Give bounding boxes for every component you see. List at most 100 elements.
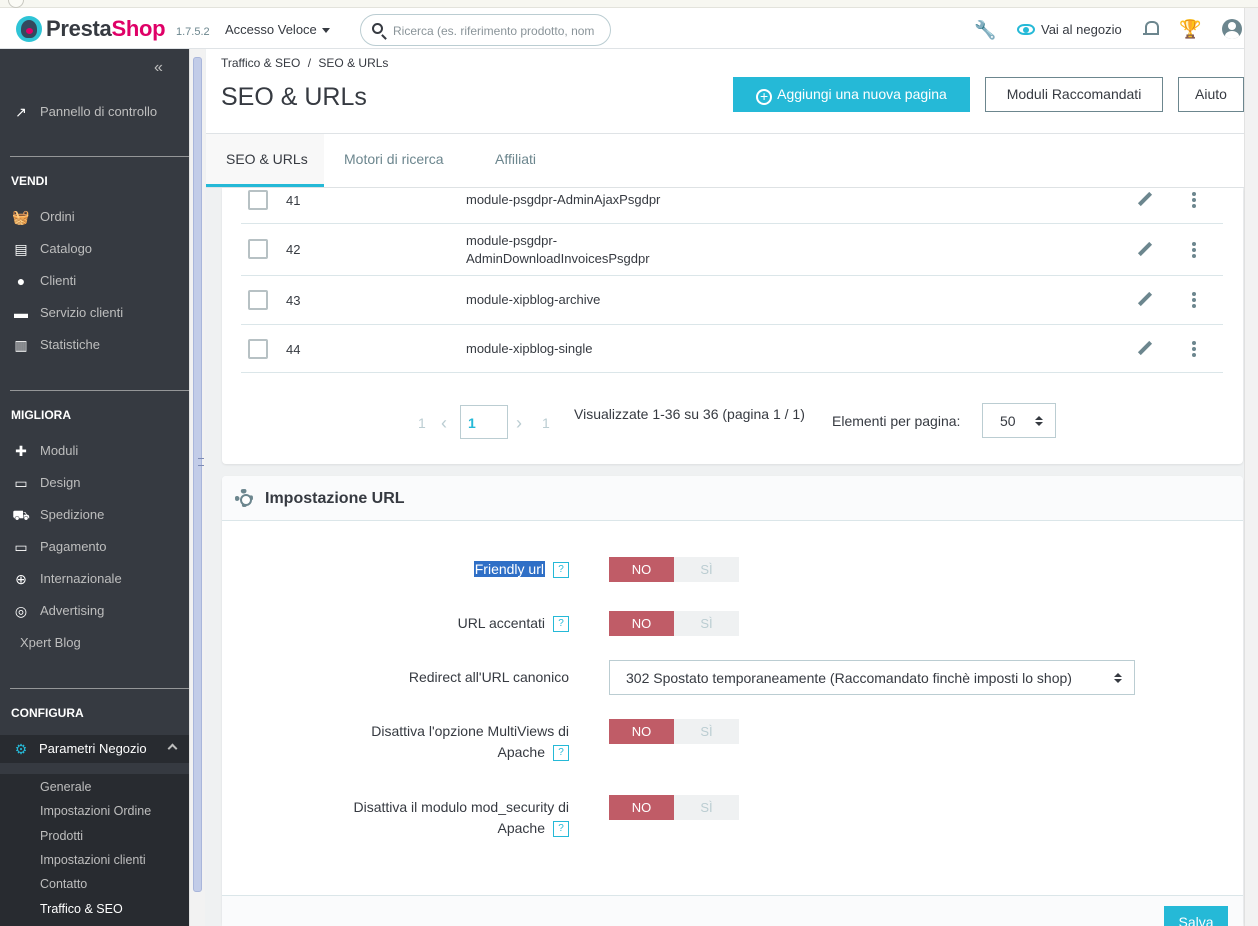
view-shop-link[interactable]: Vai al negozio [1041, 22, 1122, 37]
sidebar-item-international[interactable]: ⊕ Internazionale [0, 565, 189, 593]
add-circle-icon: + [756, 89, 773, 105]
sidebar-item-customers[interactable]: ● Clienti [0, 267, 189, 295]
sidebar-divider [10, 156, 189, 157]
accented-url-toggle[interactable]: NO SÌ [609, 611, 739, 636]
bell-icon[interactable] [1143, 20, 1159, 38]
browser-top-strip [0, 0, 1258, 8]
browser-circle-icon [8, 0, 24, 8]
sidebar-item-orders[interactable]: 🧺 Ordini [0, 203, 189, 231]
more-options-icon[interactable] [1192, 341, 1196, 357]
multiviews-toggle[interactable]: NO SÌ [609, 719, 739, 744]
row-checkbox[interactable] [248, 190, 268, 210]
target-icon: ◎ [14, 603, 28, 619]
friendly-url-toggle[interactable]: NO SÌ [609, 557, 739, 582]
user-account-icon[interactable] [1222, 19, 1242, 39]
sidebar-scrollbar[interactable] [189, 49, 205, 926]
submenu-item-products[interactable]: Prodotti [40, 829, 83, 843]
help-icon[interactable]: ? [553, 562, 569, 579]
submenu-item-customer-settings[interactable]: Impostazioni clienti [40, 853, 146, 867]
tab-seo-urls[interactable]: SEO & URLs [226, 151, 308, 167]
more-options-icon[interactable] [1192, 242, 1196, 258]
row-page-name: module-psgdpr- AdminDownloadInvoicesPsgdp… [466, 233, 650, 266]
sidebar-item-catalog[interactable]: ▤ Catalogo [0, 235, 189, 263]
next-page-icon[interactable]: › [516, 413, 522, 434]
breadcrumb-parent[interactable]: Traffico & SEO [221, 56, 300, 70]
pagination-info: Visualizzate 1-36 su 36 (pagina 1 / 1) [574, 406, 805, 422]
row-checkbox[interactable] [248, 290, 268, 310]
edit-icon[interactable] [1138, 193, 1152, 207]
page-scrollbar[interactable] [1244, 8, 1258, 926]
redirect-select[interactable]: 302 Spostato temporaneamente (Raccomanda… [609, 660, 1135, 695]
toggle-no[interactable]: NO [609, 611, 674, 636]
mod-security-toggle[interactable]: NO SÌ [609, 795, 739, 820]
per-page-select[interactable]: 50 [982, 403, 1056, 438]
toggle-no[interactable]: NO [609, 719, 674, 744]
sidebar-item-shop-parameters[interactable]: ⚙ Parametri Negozio [0, 735, 189, 763]
row-id: 41 [286, 193, 301, 208]
help-icon[interactable]: ? [553, 821, 569, 838]
toggle-yes[interactable]: SÌ [674, 719, 739, 744]
toggle-yes[interactable]: SÌ [674, 611, 739, 636]
prev-page-icon[interactable]: ‹ [441, 413, 447, 434]
card-header: Impostazione URL [222, 476, 1243, 521]
first-page-link[interactable]: 1 [418, 415, 426, 431]
current-page-input[interactable]: 1 [460, 405, 508, 439]
sidebar-item-design[interactable]: ▭ Design [0, 469, 189, 497]
edit-icon[interactable] [1138, 293, 1152, 307]
select-arrows-icon [1035, 416, 1043, 426]
submenu-item-order-settings[interactable]: Impostazioni Ordine [40, 804, 151, 818]
toggle-yes[interactable]: SÌ [674, 557, 739, 582]
truck-icon: ⛟ [12, 507, 30, 523]
row-checkbox[interactable] [248, 239, 268, 259]
wrench-icon[interactable]: 🔧 [974, 20, 996, 41]
sidebar-item-shipping[interactable]: ⛟ Spedizione [0, 501, 189, 529]
submenu-item-general[interactable]: Generale [40, 780, 91, 794]
submenu-item-traffic-seo[interactable]: Traffico & SEO [40, 902, 123, 916]
sidebar-item-dashboard[interactable]: ↗ Pannello di controllo [0, 98, 189, 126]
caret-down-icon [321, 28, 330, 34]
quick-access-dropdown[interactable]: Accesso Veloce [225, 22, 330, 37]
row-checkbox[interactable] [248, 339, 268, 359]
edit-icon[interactable] [1138, 243, 1152, 257]
sidebar-item-customer-service[interactable]: ▬ Servizio clienti [0, 299, 189, 327]
more-options-icon[interactable] [1192, 192, 1196, 208]
scrollbar-thumb[interactable] [193, 57, 204, 892]
search-box[interactable] [360, 14, 611, 46]
multiviews-label: Disattiva l'opzione MultiViews di Apache? [371, 723, 569, 762]
toggle-yes[interactable]: SÌ [674, 795, 739, 820]
tab-search-engines[interactable]: Motori di ricerca [344, 151, 444, 167]
edit-icon[interactable] [1138, 342, 1152, 356]
sidebar-item-stats[interactable]: ▥ Statistiche [0, 331, 189, 359]
sidebar-item-advertising[interactable]: ◎ Advertising [0, 597, 189, 625]
breadcrumb-current[interactable]: SEO & URLs [318, 56, 388, 70]
chevron-up-icon [167, 743, 178, 754]
trophy-icon[interactable]: 🏆 [1179, 19, 1201, 40]
chat-icon: ▬ [14, 305, 28, 321]
credit-card-icon: ▭ [14, 539, 28, 555]
add-new-page-button[interactable]: + Aggiungi una nuova pagina [733, 77, 970, 112]
card-footer: Salva [222, 895, 1243, 926]
sidebar-item-xpert-blog[interactable]: Xpert Blog [0, 629, 189, 657]
breadcrumb: Traffico & SEO / SEO & URLs [221, 56, 389, 70]
sidebar-item-payment[interactable]: ▭ Pagamento [0, 533, 189, 561]
search-input[interactable] [393, 21, 605, 41]
toggle-no[interactable]: NO [609, 557, 674, 582]
help-icon[interactable]: ? [553, 616, 569, 633]
friendly-url-label: Friendly url? [473, 559, 569, 580]
collapse-sidebar-icon[interactable]: « [154, 59, 163, 77]
recommended-modules-button[interactable]: Moduli Raccomandati [985, 77, 1163, 112]
brand-name[interactable]: PrestaShop [46, 16, 166, 42]
prestashop-logo-icon[interactable] [16, 16, 42, 42]
section-title-configure: CONFIGURA [11, 706, 84, 720]
tab-affiliates[interactable]: Affiliati [495, 151, 536, 167]
last-page-link[interactable]: 1 [542, 415, 550, 431]
sidebar-item-modules[interactable]: ✚ Moduli [0, 437, 189, 465]
eye-icon[interactable] [1017, 24, 1035, 35]
help-icon[interactable]: ? [553, 745, 569, 762]
toggle-no[interactable]: NO [609, 795, 674, 820]
help-button[interactable]: Aiuto [1178, 77, 1244, 112]
save-button[interactable]: Salva [1164, 906, 1228, 926]
more-options-icon[interactable] [1192, 292, 1196, 308]
top-header: PrestaShop 1.7.5.2 Accesso Veloce 🔧 Vai … [0, 8, 1244, 49]
submenu-item-contact[interactable]: Contatto [40, 877, 87, 891]
